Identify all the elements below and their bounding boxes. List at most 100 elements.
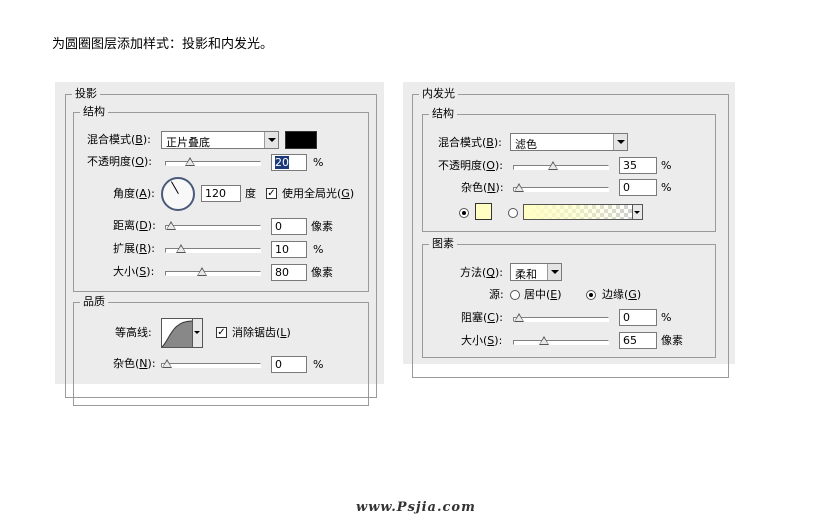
angle-needle (171, 181, 179, 194)
slider-thumb[interactable] (538, 336, 549, 345)
spread-unit: % (313, 243, 324, 256)
noise-slider[interactable] (161, 359, 261, 370)
distance-label: 距离(D): (113, 219, 156, 232)
angle-unit: 度 (245, 187, 256, 200)
slider-track (513, 340, 609, 345)
spread-label: 扩展(R): (113, 242, 155, 255)
glow-opacity-input[interactable]: 35 (619, 157, 657, 174)
technique-label: 方法(Q): (460, 266, 503, 279)
solid-color-radio[interactable] (459, 208, 469, 218)
source-edge-label: 边缘(G) (602, 288, 642, 301)
glow-size-unit: 像素 (661, 334, 683, 347)
elements-title: 图素 (432, 237, 454, 250)
glow-size-input[interactable]: 65 (619, 332, 657, 349)
opacity-label: 不透明度(O): (87, 155, 152, 168)
glow-structure-title: 结构 (432, 107, 454, 120)
slider-track (161, 363, 261, 368)
chevron-down-icon (547, 264, 561, 280)
quality-group: 品质 (73, 296, 369, 406)
structure-title: 结构 (83, 105, 105, 118)
glow-noise-input[interactable]: 0 (619, 179, 657, 196)
size-unit: 像素 (311, 266, 333, 279)
distance-input[interactable]: 0 (271, 218, 307, 235)
size-slider[interactable] (165, 267, 261, 278)
slider-thumb[interactable] (185, 157, 196, 166)
inner-glow-panel: 内发光 结构 混合模式(B): 滤色 不透明度(O): 35 % 杂色(N): … (403, 82, 735, 378)
spread-input[interactable]: 10 (271, 241, 307, 258)
glow-gradient-picker[interactable] (523, 204, 633, 220)
drop-shadow-title: 投影 (75, 87, 97, 100)
slider-track (513, 187, 609, 192)
glow-color-swatch[interactable] (475, 203, 492, 220)
contour-picker[interactable] (161, 318, 193, 348)
slider-thumb[interactable] (175, 244, 186, 253)
glow-noise-slider[interactable] (513, 183, 609, 194)
anti-alias-label: 消除锯齿(L) (232, 326, 291, 339)
angle-input[interactable]: 120 (201, 185, 241, 202)
slider-track (165, 225, 261, 230)
distance-slider[interactable] (165, 221, 261, 232)
angle-dial[interactable] (161, 177, 195, 211)
noise-input[interactable]: 0 (271, 356, 307, 373)
anti-alias-checkbox[interactable]: ✓ (216, 327, 227, 338)
distance-unit: 像素 (311, 220, 333, 233)
size-input[interactable]: 80 (271, 264, 307, 281)
glow-opacity-slider[interactable] (513, 161, 609, 172)
slider-thumb[interactable] (196, 267, 207, 276)
glow-opacity-label: 不透明度(O): (438, 159, 503, 172)
slider-track (165, 271, 261, 276)
spread-slider[interactable] (165, 244, 261, 255)
global-light-checkbox[interactable]: ✓ (266, 188, 277, 199)
opacity-unit: % (313, 156, 324, 169)
contour-label: 等高线: (115, 326, 152, 339)
drop-shadow-panel: 投影 结构 混合模式(B): 正片叠底 不透明度(O): 20 % 角度(A):… (55, 82, 384, 406)
choke-slider[interactable] (513, 313, 609, 324)
opacity-slider[interactable] (165, 157, 261, 168)
blend-mode-label: 混合模式(B): (87, 133, 151, 146)
chevron-down-icon (264, 132, 278, 148)
source-edge-radio[interactable] (586, 290, 596, 300)
glow-blend-mode-select[interactable]: 滤色 (510, 133, 628, 151)
chevron-down-icon[interactable] (633, 204, 643, 220)
glow-blend-mode-value: 滤色 (515, 138, 537, 151)
noise-unit: % (313, 358, 324, 371)
angle-label: 角度(A): (113, 187, 155, 200)
inner-glow-title: 内发光 (422, 87, 455, 100)
quality-title: 品质 (83, 295, 105, 308)
glow-size-label: 大小(S): (461, 334, 503, 347)
choke-label: 阻塞(C): (461, 311, 503, 324)
watermark-text: www.Psjia.com (356, 500, 476, 515)
gradient-radio[interactable] (508, 208, 518, 218)
glow-noise-label: 杂色(N): (461, 181, 504, 194)
caption-text: 为圆圈图层添加样式：投影和内发光。 (52, 37, 274, 52)
opacity-input[interactable]: 20 (271, 154, 307, 171)
slider-track (513, 317, 609, 322)
glow-noise-unit: % (661, 181, 672, 194)
slider-thumb[interactable] (514, 183, 524, 192)
technique-select[interactable]: 柔和 (510, 263, 562, 281)
source-center-label: 居中(E) (524, 288, 562, 301)
global-light-label: 使用全局光(G) (282, 187, 355, 200)
slider-thumb[interactable] (547, 161, 558, 170)
blend-mode-value: 正片叠底 (166, 136, 210, 149)
choke-input[interactable]: 0 (619, 309, 657, 326)
size-label: 大小(S): (113, 265, 155, 278)
shadow-color-swatch[interactable] (285, 131, 317, 149)
chevron-down-icon[interactable] (193, 318, 203, 348)
slider-track (165, 161, 261, 166)
chevron-down-icon (613, 134, 627, 150)
source-label: 源: (489, 288, 504, 301)
slider-thumb[interactable] (514, 313, 524, 322)
slider-thumb[interactable] (162, 359, 172, 368)
glow-size-slider[interactable] (513, 336, 609, 347)
slider-track (513, 165, 609, 170)
source-center-radio[interactable] (510, 290, 520, 300)
contour-curve-icon (162, 320, 192, 347)
noise-label: 杂色(N): (113, 357, 156, 370)
technique-value: 柔和 (515, 268, 537, 281)
glow-opacity-unit: % (661, 159, 672, 172)
glow-blend-mode-label: 混合模式(B): (438, 136, 502, 149)
choke-unit: % (661, 311, 672, 324)
slider-thumb[interactable] (166, 221, 176, 230)
blend-mode-select[interactable]: 正片叠底 (161, 131, 279, 149)
